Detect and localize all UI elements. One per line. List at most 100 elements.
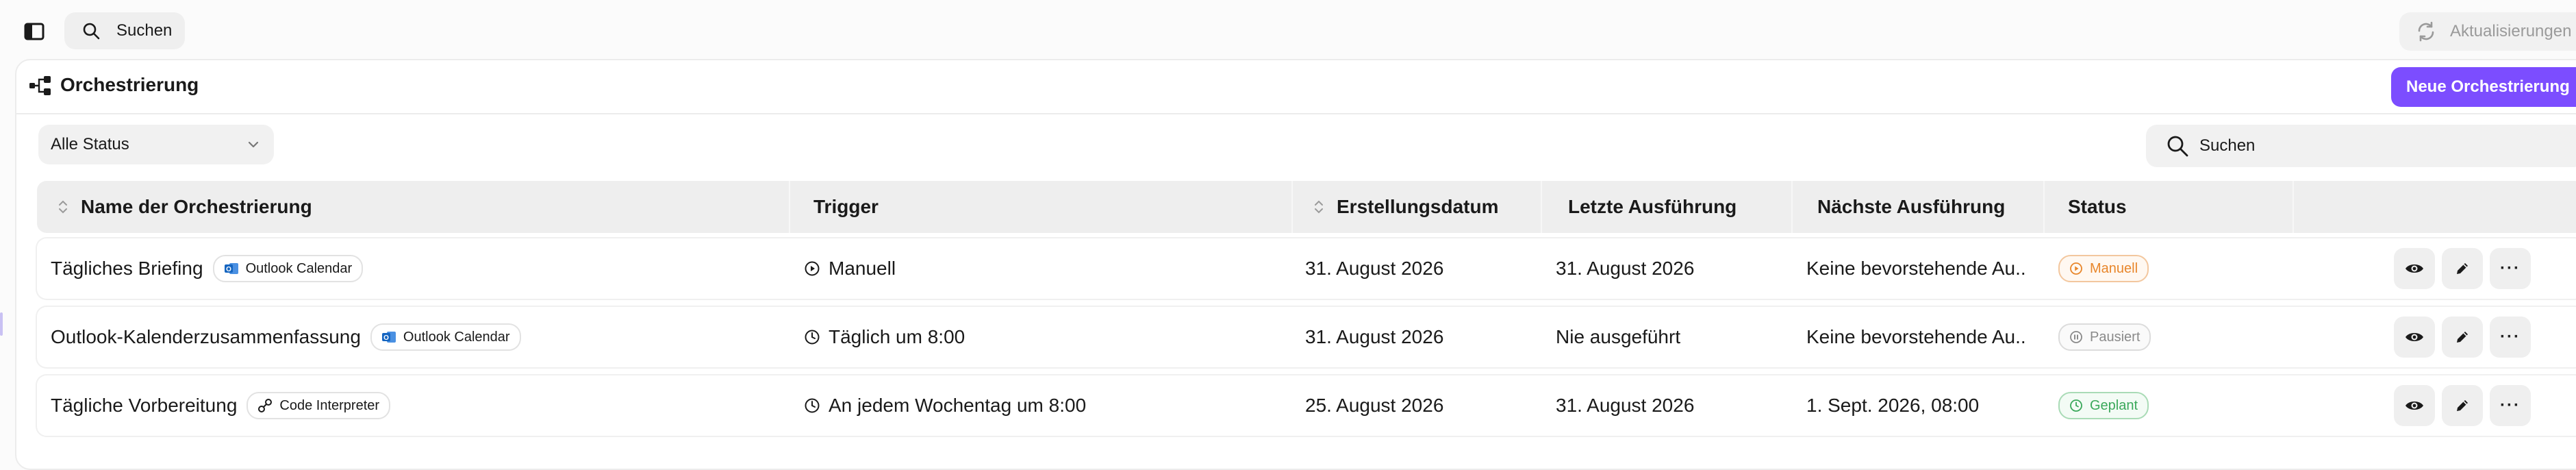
row-trigger-cell: Manuell bbox=[804, 238, 896, 299]
status-filter-value: Alle Status bbox=[51, 135, 129, 153]
status-label: Manuell bbox=[2090, 260, 2138, 276]
column-divider bbox=[2043, 181, 2045, 233]
view-button[interactable] bbox=[2394, 385, 2435, 426]
row-last-run-cell: Nie ausgeführt bbox=[1556, 326, 1681, 347]
status-filter-select[interactable]: Alle Status bbox=[38, 125, 274, 164]
column-divider bbox=[1791, 181, 1793, 233]
integration-chip: O Outlook Calendar bbox=[212, 255, 364, 282]
pencil-icon bbox=[2457, 263, 2468, 274]
edit-button[interactable] bbox=[2442, 385, 2483, 426]
row-status-cell: Geplant bbox=[2058, 375, 2149, 436]
page-title: Orchestrierung bbox=[60, 74, 199, 95]
row-name-cell: Tägliche Vorbereitung Code Interpreter bbox=[51, 375, 391, 436]
orchestration-name: Tägliches Briefing bbox=[51, 258, 203, 279]
sort-icon bbox=[1315, 200, 1323, 214]
column-header-label: Status bbox=[2068, 196, 2127, 217]
more-icon: ··· bbox=[2500, 327, 2521, 346]
status-label: Pausiert bbox=[2090, 329, 2141, 345]
row-status-cell: Pausiert bbox=[2058, 307, 2151, 367]
integration-chip: O Outlook Calendar bbox=[370, 323, 521, 351]
status-badge: Geplant bbox=[2058, 392, 2149, 419]
table-header bbox=[37, 181, 2576, 233]
eye-icon bbox=[2405, 333, 2423, 341]
row-created-cell: 25. August 2026 bbox=[1305, 395, 1444, 416]
row-next-run-cell: 1. Sept. 2026, 08:00 bbox=[1806, 395, 1980, 416]
top-search-label: Suchen bbox=[116, 21, 173, 40]
integration-label: Code Interpreter bbox=[279, 397, 380, 413]
column-header-name[interactable]: Name der Orchestrierung bbox=[58, 181, 312, 233]
more-button[interactable]: ··· bbox=[2490, 248, 2531, 289]
more-button[interactable]: ··· bbox=[2490, 385, 2531, 426]
integration-chip: Code Interpreter bbox=[247, 392, 391, 419]
sidebar-edge-indicator bbox=[0, 312, 3, 336]
code-interpreter-icon bbox=[258, 399, 273, 412]
row-last-run-cell: 31. August 2026 bbox=[1556, 395, 1695, 416]
play-circle-icon bbox=[805, 261, 820, 276]
more-icon: ··· bbox=[2500, 259, 2521, 277]
eye-icon bbox=[2405, 264, 2423, 273]
column-divider bbox=[2293, 181, 2294, 233]
table-search-input[interactable]: Suchen bbox=[2146, 125, 2576, 167]
column-header-label: Trigger bbox=[813, 196, 879, 217]
view-button[interactable] bbox=[2394, 317, 2435, 358]
column-header-last-run: Letzte Ausführung bbox=[1568, 181, 1737, 233]
clock-icon bbox=[805, 398, 820, 413]
row-created-cell: 31. August 2026 bbox=[1305, 326, 1444, 347]
status-badge: Pausiert bbox=[2058, 323, 2151, 351]
trigger-label: Manuell bbox=[829, 258, 896, 279]
row-name-cell: Tägliches Briefing O Outlook Calendar bbox=[51, 238, 364, 299]
row-trigger-cell: An jedem Wochentag um 8:00 bbox=[804, 375, 1086, 436]
edit-button[interactable] bbox=[2442, 317, 2483, 358]
trigger-label: An jedem Wochentag um 8:00 bbox=[829, 395, 1087, 416]
updates-label: Aktualisierungen bbox=[2450, 22, 2572, 40]
svg-text:O: O bbox=[226, 266, 231, 273]
eye-icon bbox=[2405, 401, 2423, 410]
row-trigger-cell: Täglich um 8:00 bbox=[804, 307, 965, 367]
status-badge: Manuell bbox=[2058, 255, 2149, 282]
trigger-label: Täglich um 8:00 bbox=[829, 326, 965, 347]
outlook-icon: O bbox=[224, 263, 238, 274]
svg-text:O: O bbox=[383, 334, 389, 342]
column-header-status: Status bbox=[2068, 181, 2127, 233]
row-created-cell: 31. August 2026 bbox=[1305, 258, 1444, 279]
pencil-icon bbox=[2457, 400, 2468, 411]
row-next-run-cell: Keine bevorstehende Au... bbox=[1806, 326, 2025, 347]
sidebar-toggle-button[interactable] bbox=[21, 18, 48, 45]
sort-icon bbox=[59, 200, 67, 214]
column-header-label: Name der Orchestrierung bbox=[81, 196, 312, 217]
row-last-run-cell: 31. August 2026 bbox=[1556, 258, 1695, 279]
column-header-label: Letzte Ausführung bbox=[1568, 196, 1737, 217]
column-header-next-run: Nächste Ausführung bbox=[1817, 181, 2005, 233]
search-icon bbox=[2167, 136, 2188, 157]
integration-label: Outlook Calendar bbox=[403, 329, 510, 345]
orchestration-name: Outlook-Kalenderzusammenfassung bbox=[51, 326, 361, 347]
chevron-down-icon bbox=[248, 141, 259, 148]
refresh-icon bbox=[2418, 21, 2434, 42]
column-header-trigger: Trigger bbox=[813, 181, 879, 233]
view-button[interactable] bbox=[2394, 248, 2435, 289]
column-header-label: Nächste Ausführung bbox=[1817, 196, 2006, 217]
column-divider bbox=[789, 181, 790, 233]
workflow-icon bbox=[29, 76, 51, 95]
play-circle-icon bbox=[2070, 262, 2082, 275]
more-button[interactable]: ··· bbox=[2490, 317, 2531, 358]
column-header-created[interactable]: Erstellungsdatum bbox=[1313, 181, 1498, 233]
row-next-run-cell: Keine bevorstehende Au... bbox=[1806, 258, 2025, 279]
row-name-cell: Outlook-Kalenderzusammenfassung O Outloo… bbox=[51, 307, 521, 367]
clock-icon bbox=[805, 330, 820, 345]
integration-label: Outlook Calendar bbox=[245, 260, 353, 276]
row-status-cell: Manuell bbox=[2058, 238, 2149, 299]
search-icon bbox=[83, 23, 100, 40]
clock-icon bbox=[2070, 399, 2082, 412]
orchestration-name: Tägliche Vorbereitung bbox=[51, 395, 238, 416]
updates-button[interactable]: Aktualisierungen bbox=[2399, 12, 2576, 51]
top-search-button[interactable]: Suchen bbox=[64, 12, 185, 49]
more-icon: ··· bbox=[2500, 396, 2521, 415]
new-orchestration-button[interactable]: Neue Orchestrierung bbox=[2391, 67, 2576, 107]
edit-button[interactable] bbox=[2442, 248, 2483, 289]
column-header-label: Erstellungsdatum bbox=[1337, 196, 1499, 217]
sidebar-toggle-icon bbox=[24, 23, 45, 40]
pencil-icon bbox=[2457, 332, 2468, 343]
status-label: Geplant bbox=[2090, 397, 2138, 413]
outlook-icon: O bbox=[381, 332, 396, 343]
